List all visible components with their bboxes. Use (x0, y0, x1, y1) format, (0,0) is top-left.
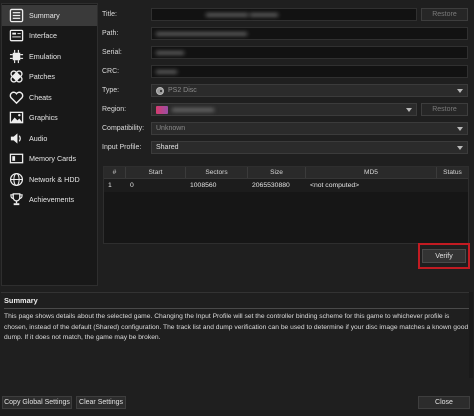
game-summary-form: Title: ▬▬▬▬▬▬ ▬▬▬▬ Restore Path: ▬▬▬▬▬▬▬… (100, 3, 472, 289)
close-button[interactable]: Close (418, 396, 470, 409)
settings-sidebar: Summary Interface Emulation Patches Chea… (1, 3, 98, 286)
copy-global-settings-button[interactable]: Copy Global Settings (2, 396, 72, 409)
path-label: Path: (102, 30, 119, 37)
table-row[interactable]: 1 0 1008560 2065530880 <not computed> (104, 179, 468, 192)
list-icon (8, 7, 24, 23)
type-value: PS2 Disc (168, 87, 197, 94)
summary-description: This page shows details about the select… (4, 313, 469, 341)
sidebar-item-achievements[interactable]: Achievements (2, 190, 97, 211)
sidebar-item-label: Interface (29, 31, 57, 41)
track-table[interactable]: # Start Sectors Size MD5 Status 1 0 1008… (103, 166, 469, 244)
compatibility-select[interactable]: Unknown (151, 122, 468, 135)
sidebar-item-label: Graphics (29, 113, 58, 123)
sidebar-item-label: Summary (29, 10, 60, 20)
globe-icon (8, 171, 24, 187)
clear-settings-button[interactable]: Clear Settings (76, 396, 126, 409)
chip-icon (8, 48, 24, 64)
speaker-icon (8, 130, 24, 146)
type-select[interactable]: PS2 Disc (151, 84, 468, 97)
chevron-down-icon (457, 127, 463, 131)
type-label: Type: (102, 87, 120, 94)
bandage-icon (8, 69, 24, 85)
summary-divider (4, 308, 470, 309)
crc-field[interactable]: ▬▬▬ (151, 65, 468, 78)
region-flag-icon (156, 105, 168, 114)
sidebar-item-interface[interactable]: Interface (2, 26, 97, 47)
column-header-status[interactable]: Status (437, 167, 468, 178)
crc-label: CRC: (102, 68, 120, 75)
cell-status (437, 179, 468, 192)
cell-start: 0 (130, 182, 134, 189)
chevron-down-icon (457, 146, 463, 150)
sidebar-item-label: Audio (29, 133, 48, 143)
cell-sectors: 1008560 (190, 182, 217, 189)
sidebar-item-emulation[interactable]: Emulation (2, 46, 97, 67)
chevron-down-icon (406, 108, 412, 112)
cell-number: 1 (108, 182, 112, 189)
table-header: # Start Sectors Size MD5 Status (104, 167, 468, 179)
sidebar-item-summary[interactable]: Summary (2, 5, 97, 26)
verify-button[interactable]: Verify (422, 249, 466, 263)
column-header-sectors[interactable]: Sectors (186, 167, 248, 178)
sidebar-item-label: Achievements (29, 195, 75, 205)
trophy-icon (8, 192, 24, 208)
cell-size: 2065530880 (252, 182, 290, 189)
column-header-md5[interactable]: MD5 (306, 167, 437, 178)
region-restore-button[interactable]: Restore (421, 103, 468, 116)
sidebar-item-patches[interactable]: Patches (2, 67, 97, 88)
sidebar-item-label: Memory Cards (29, 154, 77, 164)
region-select[interactable]: ▬▬▬▬▬▬ (151, 103, 417, 116)
interface-icon (8, 28, 24, 44)
sidebar-item-label: Patches (29, 72, 55, 82)
chevron-down-icon (457, 89, 463, 93)
compatibility-value: Unknown (156, 125, 186, 132)
path-field[interactable]: ▬▬▬▬▬▬▬▬▬▬▬▬▬ (151, 27, 468, 40)
serial-label: Serial: (102, 49, 122, 56)
serial-field[interactable]: ▬▬▬▬ (151, 46, 468, 59)
sidebar-item-label: Cheats (29, 92, 52, 102)
sidebar-item-label: Emulation (29, 51, 61, 61)
column-header-number[interactable]: # (104, 167, 126, 178)
summary-scrollbar[interactable] (469, 292, 473, 378)
input-profile-select[interactable]: Shared (151, 141, 468, 154)
disc-icon (156, 86, 164, 95)
input-profile-label: Input Profile: (102, 144, 142, 151)
summary-title: Summary (4, 296, 38, 305)
sidebar-item-network-hdd[interactable]: Network & HDD (2, 169, 97, 190)
sidebar-item-audio[interactable]: Audio (2, 128, 97, 149)
input-profile-value: Shared (156, 144, 179, 151)
title-field[interactable]: ▬▬▬▬▬▬ ▬▬▬▬ (151, 8, 417, 21)
cell-md5: <not computed> (310, 182, 360, 189)
image-icon (8, 110, 24, 126)
sidebar-item-cheats[interactable]: Cheats (2, 87, 97, 108)
region-label: Region: (102, 106, 127, 113)
column-header-size[interactable]: Size (248, 167, 306, 178)
column-header-start[interactable]: Start (126, 167, 186, 178)
title-restore-button[interactable]: Restore (421, 8, 468, 21)
memory-card-icon (8, 151, 24, 167)
sidebar-item-memory-cards[interactable]: Memory Cards (2, 149, 97, 170)
sidebar-item-graphics[interactable]: Graphics (2, 108, 97, 129)
compatibility-label: Compatibility: (102, 125, 145, 132)
summary-panel: Summary This page shows details about th… (1, 292, 473, 404)
title-label: Title: (102, 11, 117, 18)
sidebar-item-label: Network & HDD (29, 174, 80, 184)
heart-icon (8, 89, 24, 105)
